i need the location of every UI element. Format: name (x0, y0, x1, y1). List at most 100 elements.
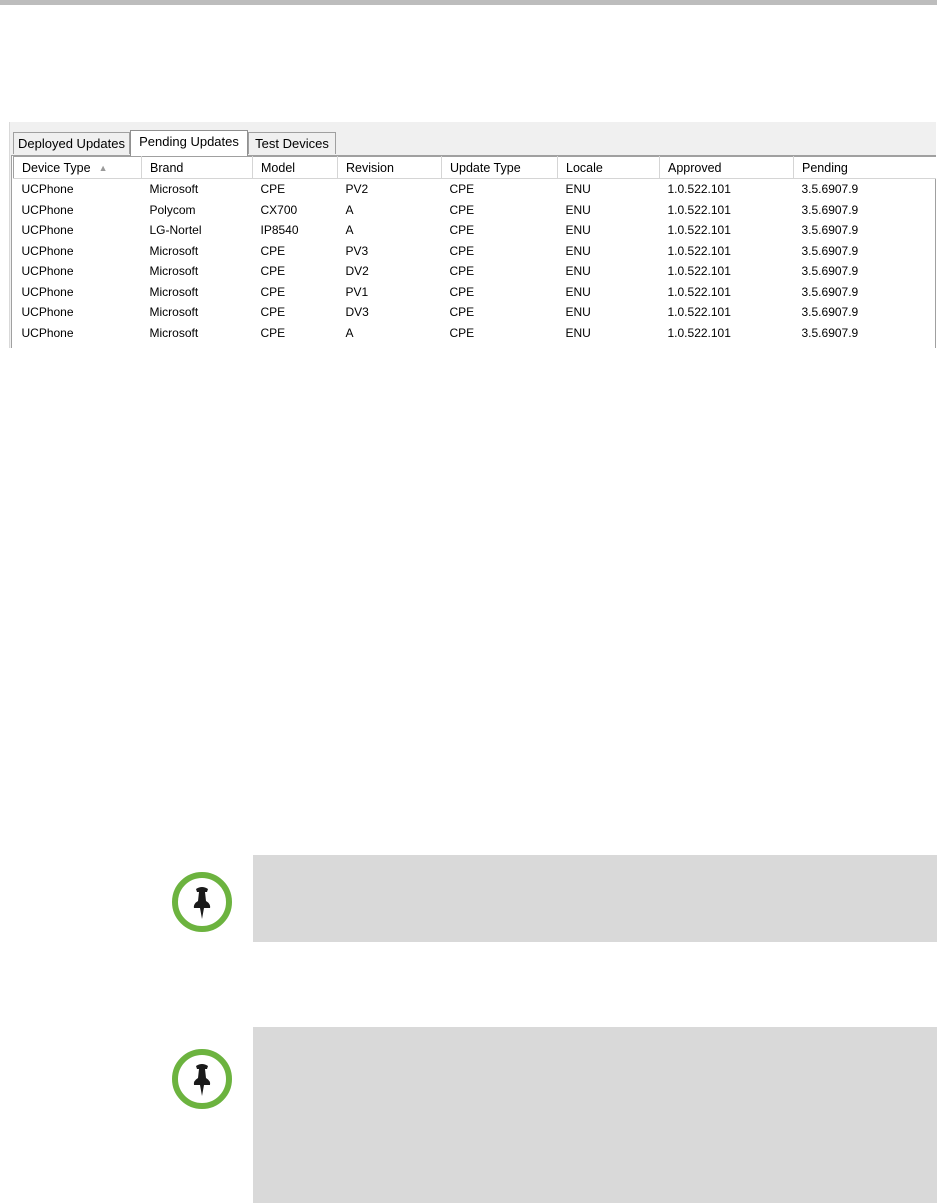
table-cell: 1.0.522.101 (667, 284, 731, 299)
table-cell: PV3 (345, 243, 369, 258)
table-cell: CPE (260, 284, 286, 299)
table-cell: DV3 (345, 305, 369, 320)
table-row[interactable]: UCPhone Microsoft CPE DV2 CPE ENU 1.0.522.101 3… (14, 261, 937, 282)
tab-deployed-updates[interactable]: Deployed Updates (13, 132, 130, 154)
column-header-label: Approved (668, 160, 722, 175)
table-cell: CPE (449, 284, 475, 299)
table-cell: CPE (260, 182, 286, 197)
column-header-update-type[interactable]: Update Type (441, 156, 558, 179)
table-cell: 1.0.522.101 (667, 202, 731, 217)
column-header-label: Pending (802, 160, 848, 175)
table-cell: A (345, 223, 354, 238)
table-cell: 1.0.522.101 (667, 223, 731, 238)
column-header-device-type[interactable]: Device Type ▲ (13, 156, 142, 179)
table-cell: Microsoft (149, 325, 199, 340)
table-cell: PV1 (345, 284, 369, 299)
table-cell: CX700 (260, 202, 298, 217)
column-header-locale[interactable]: Locale (557, 156, 660, 179)
tab-pending-updates[interactable]: Pending Updates (130, 130, 248, 156)
table-cell: Microsoft (149, 182, 199, 197)
table-cell: 3.5.6907.9 (801, 305, 859, 320)
table-cell: ENU (565, 243, 591, 258)
table-header-row: Device Type ▲ Brand Model Revision Update Typ… (13, 156, 936, 179)
tab-panel: Device Type ▲ Brand Model Revision Update Typ… (11, 155, 936, 348)
table-cell: ENU (565, 325, 591, 340)
column-header-label: Update Type (450, 160, 521, 175)
table-cell: CPE (260, 264, 286, 279)
table-cell: CPE (260, 243, 286, 258)
table-cell: Microsoft (149, 243, 199, 258)
column-header-brand[interactable]: Brand (141, 156, 253, 179)
table-cell: Polycom (149, 202, 196, 217)
table-cell: 3.5.6907.9 (801, 243, 859, 258)
table-row[interactable]: UCPhone Microsoft CPE PV3 CPE ENU 1.0.522.101 3… (14, 241, 937, 262)
table-cell: CPE (260, 325, 286, 340)
table-cell: 3.5.6907.9 (801, 223, 859, 238)
table-cell: 1.0.522.101 (667, 305, 731, 320)
table-cell: PV2 (345, 182, 369, 197)
table-body: UCPhone Microsoft CPE PV2 CPE ENU 1.0.522.101 3… (14, 179, 937, 344)
table-row[interactable]: UCPhone Polycom CX700 A CPE ENU 1.0.522.101 3.5… (14, 200, 937, 221)
table-row[interactable]: UCPhone Microsoft CPE PV1 CPE ENU 1.0.522.101 3… (14, 282, 937, 303)
table-cell: A (345, 202, 354, 217)
table-cell: UCPhone (21, 305, 74, 320)
column-header-approved[interactable]: Approved (659, 156, 794, 179)
table-cell: CPE (449, 223, 475, 238)
page-top-rule (0, 0, 937, 5)
column-header-label: Brand (150, 160, 184, 175)
table-cell: 1.0.522.101 (667, 264, 731, 279)
table-row[interactable]: UCPhone Microsoft CPE DV3 CPE ENU 1.0.522.101 3… (14, 302, 937, 323)
pushpin-icon (172, 1049, 232, 1109)
table-cell: ENU (565, 264, 591, 279)
table-row[interactable]: UCPhone Microsoft CPE A CPE ENU 1.0.522.101 3.5… (14, 323, 937, 344)
table-cell: LG-Nortel (149, 223, 202, 238)
sort-ascending-icon: ▲ (98, 162, 108, 173)
table-cell: Microsoft (149, 284, 199, 299)
pushpin-icon (172, 872, 232, 932)
column-header-pending[interactable]: Pending (793, 156, 936, 179)
table-cell: UCPhone (21, 182, 74, 197)
table-row[interactable]: UCPhone Microsoft CPE PV2 CPE ENU 1.0.522.101 3… (14, 179, 937, 200)
table-cell: CPE (449, 182, 475, 197)
table-cell: 3.5.6907.9 (801, 182, 859, 197)
column-header-model[interactable]: Model (252, 156, 338, 179)
table-cell: Microsoft (149, 305, 199, 320)
table-cell: CPE (449, 243, 475, 258)
table-cell: ENU (565, 202, 591, 217)
table-cell: CPE (449, 202, 475, 217)
table-cell: 3.5.6907.9 (801, 264, 859, 279)
table-cell: 1.0.522.101 (667, 325, 731, 340)
table-row[interactable]: UCPhone LG-Nortel IP8540 A CPE ENU 1.0.522.101… (14, 220, 937, 241)
table-cell: Microsoft (149, 264, 199, 279)
column-header-label: Device Type (22, 160, 91, 175)
table-cell: 1.0.522.101 (667, 243, 731, 258)
table-cell: UCPhone (21, 264, 74, 279)
table-cell: 3.5.6907.9 (801, 325, 859, 340)
note-box (253, 1027, 937, 1203)
table-cell: CPE (449, 264, 475, 279)
table-cell: CPE (449, 325, 475, 340)
table-cell: 1.0.522.101 (667, 182, 731, 197)
table-cell: CPE (449, 305, 475, 320)
column-header-label: Revision (346, 160, 394, 175)
table-cell: ENU (565, 182, 591, 197)
column-header-revision[interactable]: Revision (337, 156, 442, 179)
table-cell: CPE (260, 305, 286, 320)
table-cell: ENU (565, 305, 591, 320)
table-cell: A (345, 325, 354, 340)
pending-updates-table: Device Type ▲ Brand Model Revision Update Typ… (13, 156, 936, 343)
table-cell: UCPhone (21, 223, 74, 238)
tab-test-devices[interactable]: Test Devices (248, 132, 336, 154)
table-cell: ENU (565, 223, 591, 238)
table-cell: UCPhone (21, 202, 74, 217)
table-cell: ENU (565, 284, 591, 299)
table-cell: 3.5.6907.9 (801, 284, 859, 299)
table-cell: IP8540 (260, 223, 299, 238)
column-header-label: Locale (566, 160, 603, 175)
table-cell: UCPhone (21, 284, 74, 299)
table-cell: UCPhone (21, 243, 74, 258)
note-box (253, 855, 937, 942)
updates-window: Deployed Updates Pending Updates Test De… (9, 122, 936, 348)
tab-strip: Deployed Updates Pending Updates Test De… (10, 130, 936, 156)
table-cell: UCPhone (21, 325, 74, 340)
